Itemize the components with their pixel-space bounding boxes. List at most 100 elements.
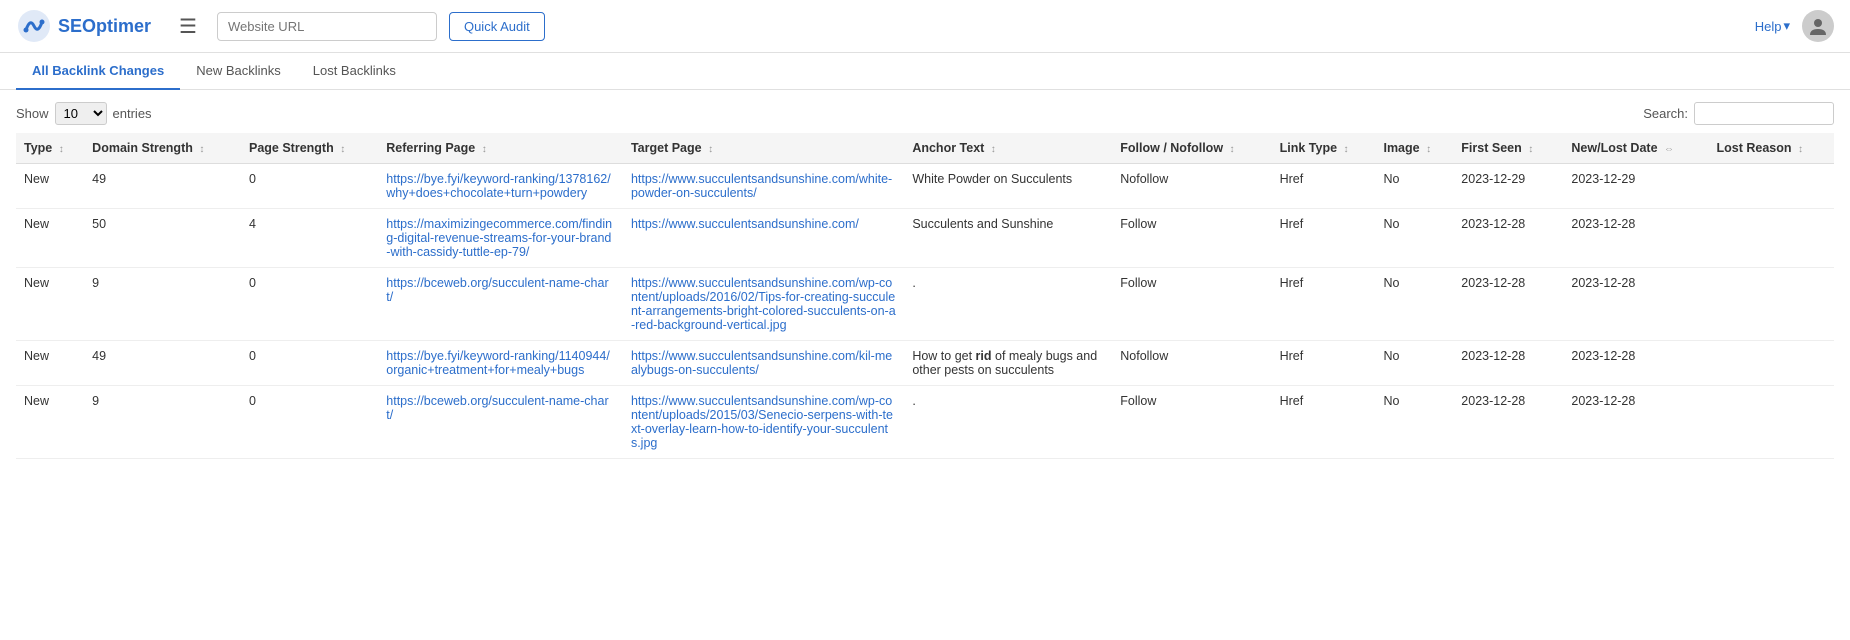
cell-follow: Nofollow [1112,164,1271,209]
cell-first-seen: 2023-12-28 [1453,268,1563,341]
table-row: New504https://maximizingecommerce.com/fi… [16,209,1834,268]
col-header-follow[interactable]: Follow / Nofollow ↕ [1112,133,1271,164]
sort-icon-ps: ↕ [340,144,345,155]
cell-new-lost-date: 2023-12-28 [1563,386,1708,459]
cell-image: No [1375,209,1453,268]
search-input[interactable] [1694,102,1834,125]
avatar-svg [1807,15,1829,37]
cell-first-seen: 2023-12-28 [1453,386,1563,459]
table-row: New90 https://bceweb.org/succulent-name-c… [16,386,1834,459]
cell-link[interactable]: https://maximizingecommerce.com/finding-… [386,217,612,259]
cell-link[interactable]: https://bye.fyi/keyword-ranking/1140944/… [386,349,610,377]
sort-icon-firstseen: ↕ [1528,144,1533,155]
table-body: New490https://bye.fyi/keyword-ranking/13… [16,164,1834,459]
cell-link-type: Href [1272,268,1376,341]
cell-anchor-text: How to get rid of mealy bugs and other p… [904,341,1112,386]
cell-referring-page: https://bceweb.org/succulent-name-chart/ [378,268,623,341]
cell-follow: Follow [1112,209,1271,268]
show-entries-control: Show 10 25 50 100 entries [16,102,152,125]
sort-icon-type: ↕ [59,144,64,155]
col-header-type[interactable]: Type ↕ [16,133,84,164]
cell-domain-strength: 49 [84,341,241,386]
cell-target-page: https://www.succulentsandsunshine.com/wp… [623,386,904,459]
cell-referring-page: https://bye.fyi/keyword-ranking/1378162/… [378,164,623,209]
cell-anchor-text: Succulents and Sunshine [904,209,1112,268]
cell-image: No [1375,164,1453,209]
tab-all-backlink-changes[interactable]: All Backlink Changes [16,53,180,90]
cell-target-page: https://www.succulentsandsunshine.com/wp… [623,268,904,341]
cell-link[interactable]: https://www.succulentsandsunshine.com/wp… [631,394,893,450]
tabs-bar: All Backlink Changes New Backlinks Lost … [0,53,1850,90]
cell-domain-strength: 9 [84,386,241,459]
cell-first-seen: 2023-12-29 [1453,164,1563,209]
cell-link[interactable]: https://bceweb.org/succulent-name-chart/ [386,276,608,304]
col-header-link-type[interactable]: Link Type ↕ [1272,133,1376,164]
cell-page-strength: 4 [241,209,378,268]
header: SEOptimer ☰ Quick Audit Help ▾ [0,0,1850,53]
cell-link[interactable]: https://bceweb.org/succulent-name-chart/ [386,394,608,422]
col-header-first-seen[interactable]: First Seen ↕ [1453,133,1563,164]
sort-icon-linktype: ↕ [1344,144,1349,155]
cell-link[interactable]: https://www.succulentsandsunshine.com/ki… [631,349,892,377]
col-header-referring-page[interactable]: Referring Page ↕ [378,133,623,164]
col-header-lost-reason[interactable]: Lost Reason ↕ [1709,133,1835,164]
cell-link-type: Href [1272,209,1376,268]
cell-type: New [16,209,84,268]
col-header-new-lost-date[interactable]: New/Lost Date ⇔ [1563,133,1708,164]
table-header-row: Type ↕ Domain Strength ↕ Page Strength ↕… [16,133,1834,164]
table-controls: Show 10 25 50 100 entries Search: [0,90,1850,133]
col-header-page-strength[interactable]: Page Strength ↕ [241,133,378,164]
cell-image: No [1375,341,1453,386]
col-header-target-page[interactable]: Target Page ↕ [623,133,904,164]
cell-type: New [16,386,84,459]
cell-anchor-text: . [904,386,1112,459]
sort-icon-rp: ↕ [482,144,487,155]
tab-new-backlinks[interactable]: New Backlinks [180,53,297,90]
cell-lost-reason [1709,341,1835,386]
logo-icon [16,8,52,44]
sort-icon-reason: ↕ [1798,144,1803,155]
col-header-domain-strength[interactable]: Domain Strength ↕ [84,133,241,164]
search-label: Search: [1643,106,1688,121]
cell-lost-reason [1709,209,1835,268]
url-input[interactable] [217,12,437,41]
cell-new-lost-date: 2023-12-28 [1563,341,1708,386]
cell-link-type: Href [1272,386,1376,459]
help-button[interactable]: Help ▾ [1755,18,1790,34]
table-row: New490https://bye.fyi/keyword-ranking/13… [16,164,1834,209]
cell-domain-strength: 49 [84,164,241,209]
search-area: Search: [1643,102,1834,125]
cell-link[interactable]: https://bye.fyi/keyword-ranking/1378162/… [386,172,610,200]
cell-new-lost-date: 2023-12-29 [1563,164,1708,209]
cell-target-page: https://www.succulentsandsunshine.com/ki… [623,341,904,386]
cell-page-strength: 0 [241,341,378,386]
sort-icon-follow: ↕ [1230,144,1235,155]
cell-follow: Follow [1112,268,1271,341]
cell-link[interactable]: https://www.succulentsandsunshine.com/wh… [631,172,892,200]
cell-target-page: https://www.succulentsandsunshine.com/wh… [623,164,904,209]
cell-link[interactable]: https://www.succulentsandsunshine.com/wp… [631,276,896,332]
cell-new-lost-date: 2023-12-28 [1563,268,1708,341]
sort-icon-newlost: ⇔ [1664,144,1674,155]
cell-link-type: Href [1272,164,1376,209]
cell-first-seen: 2023-12-28 [1453,341,1563,386]
cell-type: New [16,164,84,209]
tab-lost-backlinks[interactable]: Lost Backlinks [297,53,412,90]
help-label: Help [1755,19,1782,34]
quick-audit-button[interactable]: Quick Audit [449,12,545,41]
col-header-anchor-text[interactable]: Anchor Text ↕ [904,133,1112,164]
sort-icon-image: ↕ [1426,144,1431,155]
sort-icon-ds: ↕ [199,144,204,155]
col-header-image[interactable]: Image ↕ [1375,133,1453,164]
hamburger-icon[interactable]: ☰ [171,10,205,43]
user-icon[interactable] [1802,10,1834,42]
cell-anchor-text: White Powder on Succulents [904,164,1112,209]
cell-lost-reason [1709,386,1835,459]
entries-select[interactable]: 10 25 50 100 [55,102,107,125]
sort-icon-tp: ↕ [708,144,713,155]
cell-link[interactable]: https://www.succulentsandsunshine.com/ [631,217,859,231]
cell-referring-page: https://maximizingecommerce.com/finding-… [378,209,623,268]
cell-page-strength: 0 [241,386,378,459]
cell-lost-reason [1709,164,1835,209]
cell-domain-strength: 50 [84,209,241,268]
